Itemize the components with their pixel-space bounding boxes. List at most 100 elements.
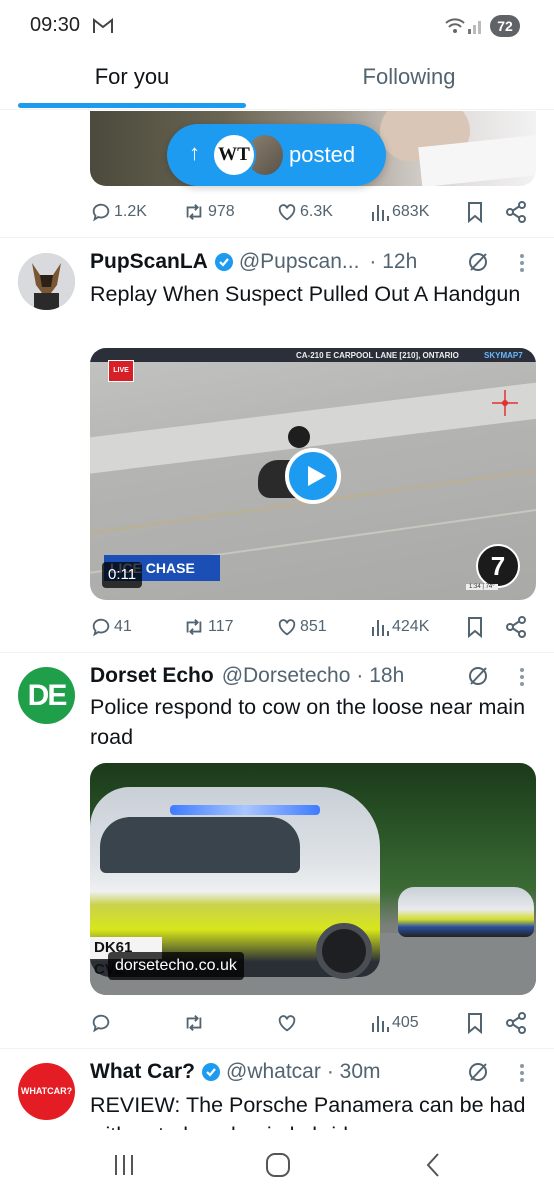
- bookmark-icon[interactable]: [464, 1008, 486, 1038]
- recent-apps-icon[interactable]: [112, 1150, 136, 1180]
- reply-icon: [92, 618, 110, 637]
- grok-icon[interactable]: [466, 1060, 490, 1084]
- view-count: 405: [392, 1014, 419, 1031]
- views-icon: [372, 205, 389, 221]
- station-time: 1:34 | 74°: [466, 584, 498, 590]
- avatar[interactable]: WHATCAR?: [18, 1063, 75, 1120]
- repost-icon: [186, 204, 202, 220]
- wifi-icon: [445, 18, 465, 33]
- divider: [0, 652, 554, 653]
- repost-icon: [186, 1015, 202, 1031]
- image-source-label: dorsetecho.co.uk: [108, 952, 244, 980]
- repost-count: 117: [208, 618, 234, 635]
- play-button[interactable]: [285, 448, 341, 504]
- views-button[interactable]: 424K: [370, 612, 429, 642]
- more-options-icon[interactable]: [518, 252, 526, 274]
- author-handle[interactable]: @Dorsetecho: [222, 664, 351, 688]
- views-icon: [372, 1016, 389, 1032]
- post-actions: 405: [90, 1008, 536, 1038]
- reply-button[interactable]: 1.2K: [90, 197, 147, 227]
- author-name[interactable]: PupScanLA: [90, 250, 208, 274]
- like-button[interactable]: 6.3K: [276, 197, 333, 227]
- author-name[interactable]: Dorset Echo: [90, 664, 214, 688]
- more-options-icon[interactable]: [518, 666, 526, 688]
- reply-button[interactable]: 41: [90, 612, 132, 642]
- battery-level: 72: [490, 15, 520, 37]
- reply-button[interactable]: [90, 1008, 112, 1038]
- grok-icon[interactable]: [466, 250, 490, 274]
- repost-count: 978: [208, 203, 235, 220]
- new-posts-button[interactable]: ↑ WT posted: [167, 124, 386, 186]
- heart-icon: [278, 1015, 296, 1032]
- post-header: Dorset Echo @Dorsetecho · 18h: [90, 661, 404, 691]
- video-caption: CA-210 E CARPOOL LANE [210], ONTARIO: [296, 351, 459, 360]
- reply-count: 1.2K: [114, 203, 147, 220]
- verified-badge-icon: [202, 1063, 220, 1081]
- live-badge: LIVE: [108, 360, 134, 382]
- arrow-up-icon: ↑: [189, 140, 200, 165]
- repost-button[interactable]: [182, 1008, 206, 1038]
- post-header: What Car? @whatcar · 30m: [90, 1057, 381, 1087]
- view-count: 683K: [392, 203, 430, 220]
- views-button[interactable]: 405: [370, 1008, 419, 1038]
- views-button[interactable]: 683K: [370, 197, 429, 227]
- status-time: 09:30: [30, 14, 81, 36]
- like-button[interactable]: 851: [276, 612, 327, 642]
- video-brand: SKYMAP7: [484, 351, 523, 360]
- like-count: 6.3K: [300, 203, 333, 220]
- post-text: Replay When Suspect Pulled Out A Handgun: [90, 282, 521, 306]
- system-nav-bar: [0, 1130, 554, 1200]
- post-actions: 1.2K 978 6.3K 683K: [90, 197, 536, 227]
- avatar: WT: [212, 133, 256, 177]
- post-time: · 30m: [326, 1060, 381, 1083]
- view-count: 424K: [392, 618, 430, 635]
- repost-button[interactable]: 978: [182, 197, 235, 227]
- views-icon: [372, 620, 389, 636]
- status-bar: 09:30 72: [0, 0, 554, 52]
- more-options-icon[interactable]: [518, 1062, 526, 1084]
- tab-for-you[interactable]: For you: [18, 52, 246, 110]
- video-duration: 0:11: [102, 562, 143, 588]
- post-time: · 12h: [369, 250, 418, 273]
- author-handle[interactable]: @whatcar: [226, 1060, 321, 1084]
- timeline-tabs: For you Following: [0, 52, 554, 110]
- divider: [0, 1048, 554, 1049]
- post-header: PupScanLA @Pupscan... · 12h: [90, 247, 417, 277]
- reply-icon: [92, 1014, 110, 1033]
- back-icon[interactable]: [422, 1150, 444, 1180]
- repost-icon: [186, 619, 202, 635]
- share-icon[interactable]: [504, 1008, 528, 1038]
- home-icon[interactable]: [264, 1150, 292, 1180]
- post-video[interactable]: CA-210 E CARPOOL LANE [210], ONTARIO SKY…: [90, 348, 536, 600]
- new-posts-label: posted: [289, 142, 356, 167]
- compass-icon: [492, 390, 518, 416]
- repost-button[interactable]: 117: [182, 612, 234, 642]
- dog-avatar-icon: [18, 253, 75, 310]
- post-time: · 18h: [356, 664, 405, 687]
- reply-icon: [92, 203, 110, 222]
- verified-badge-icon: [214, 253, 233, 271]
- avatar[interactable]: DE: [18, 667, 75, 724]
- like-count: 851: [300, 618, 327, 635]
- like-button[interactable]: [276, 1008, 298, 1038]
- post-actions: 41 117 851 424K: [90, 612, 536, 642]
- tab-following[interactable]: Following: [282, 52, 536, 110]
- signal-icon: [468, 21, 481, 34]
- station-logo: 7: [476, 544, 520, 588]
- heart-icon: [278, 204, 296, 221]
- police-car: [398, 887, 534, 937]
- bookmark-icon[interactable]: [464, 612, 486, 642]
- share-icon[interactable]: [504, 197, 528, 227]
- bookmark-icon[interactable]: [464, 197, 486, 227]
- author-handle[interactable]: @Pupscan...: [239, 250, 360, 274]
- reply-count: 41: [114, 618, 132, 635]
- avatar[interactable]: [18, 253, 75, 310]
- author-name[interactable]: What Car?: [90, 1060, 195, 1084]
- grok-icon[interactable]: [466, 664, 490, 688]
- active-tab-indicator: [18, 103, 246, 108]
- post-image[interactable]: DK61 CVZ dorsetecho.co.uk: [90, 763, 536, 995]
- post-text: Police respond to cow on the loose near …: [90, 695, 526, 749]
- post-text: REVIEW: The Porsche Panamera can be had …: [90, 1093, 526, 1130]
- share-icon[interactable]: [504, 612, 528, 642]
- divider: [0, 237, 554, 238]
